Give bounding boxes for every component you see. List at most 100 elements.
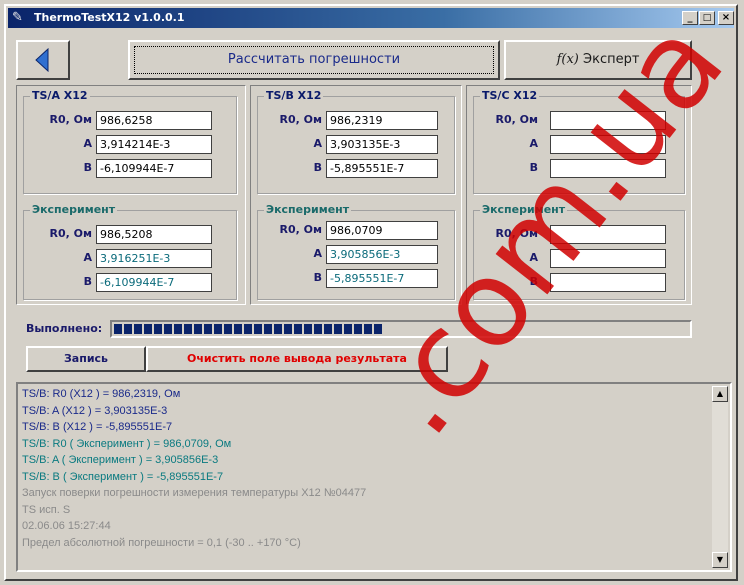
- progress-label: Выполнено:: [26, 322, 103, 335]
- b-label: B: [83, 161, 92, 174]
- a-field[interactable]: 3,903135E-3: [326, 135, 438, 154]
- r0-label: R0, Ом: [49, 227, 92, 240]
- progress-segment: [244, 324, 252, 334]
- progress-segment: [304, 324, 312, 334]
- exp-b-field[interactable]: [550, 273, 666, 292]
- group-title: Эксперимент: [480, 203, 568, 216]
- progress-segment: [184, 324, 192, 334]
- a-label: A: [529, 251, 538, 264]
- panel-ts-a: TS/A X12 R0, Ом 986,6258 A 3,914214E-3 B…: [16, 85, 246, 305]
- log-line: TS/B: R0 ( Эксперимент ) = 986,0709, Ом: [22, 437, 232, 450]
- b-field[interactable]: [550, 159, 666, 178]
- clear-output-button[interactable]: Очистить поле вывода результата: [146, 346, 448, 372]
- app-icon: ✎: [12, 10, 23, 25]
- expert-label: Эксперт: [583, 52, 640, 67]
- log-line: 02.06.06 15:27:44: [22, 520, 111, 532]
- exp-r0-field[interactable]: [550, 225, 666, 244]
- progress-segment: [344, 324, 352, 334]
- r0-field[interactable]: 986,6258: [96, 111, 212, 130]
- calculate-errors-button[interactable]: Рассчитать погрешности: [128, 40, 500, 80]
- b-label: B: [83, 275, 92, 288]
- b-field[interactable]: -6,109944E-7: [96, 159, 212, 178]
- group-ts-b-x12: TS/B X12 R0, Ом 986,2319 A 3,903135E-3 B…: [257, 89, 455, 194]
- r0-field[interactable]: [550, 111, 666, 130]
- r0-label: R0, Ом: [495, 113, 538, 126]
- r0-label: R0, Ом: [49, 113, 92, 126]
- save-button[interactable]: Запись: [26, 346, 146, 372]
- a-label: A: [529, 137, 538, 150]
- progress-segment: [284, 324, 292, 334]
- progress-segment: [334, 324, 342, 334]
- exp-r0-field[interactable]: 986,5208: [96, 225, 212, 244]
- group-title: Эксперимент: [264, 203, 352, 216]
- progress-bar: [110, 320, 692, 338]
- progress-segment: [274, 324, 282, 334]
- progress-fill: [114, 324, 382, 334]
- progress-segment: [364, 324, 372, 334]
- progress-segment: [264, 324, 272, 334]
- exp-r0-field[interactable]: 986,0709: [326, 221, 438, 240]
- exp-b-field[interactable]: -6,109944E-7: [96, 273, 212, 292]
- b-field[interactable]: -5,895551E-7: [326, 159, 438, 178]
- close-button[interactable]: ×: [718, 11, 734, 25]
- a-label: A: [313, 137, 322, 150]
- calculate-errors-label: Рассчитать погрешности: [134, 46, 494, 74]
- function-icon: f(x): [556, 52, 579, 67]
- progress-segment: [224, 324, 232, 334]
- progress-segment: [144, 324, 152, 334]
- progress-segment: [204, 324, 212, 334]
- exp-a-field[interactable]: [550, 249, 666, 268]
- group-ts-c-x12: TS/C X12 R0, Ом A B: [473, 89, 685, 194]
- progress-segment: [374, 324, 382, 334]
- progress-segment: [214, 324, 222, 334]
- log-line: Запуск поверки погрешности измерения тем…: [22, 487, 367, 499]
- progress-segment: [124, 324, 132, 334]
- a-field[interactable]: 3,914214E-3: [96, 135, 212, 154]
- log-line: TS/B: A (X12 ) = 3,903135E-3: [22, 404, 168, 417]
- exp-a-field[interactable]: 3,916251E-3: [96, 249, 212, 268]
- log-line: TS/B: B (X12 ) = -5,895551E-7: [22, 421, 173, 433]
- group-title: Эксперимент: [30, 203, 118, 216]
- group-experiment-a: Эксперимент R0, Ом 986,5208 A 3,916251E-…: [23, 203, 237, 300]
- title-bar[interactable]: ✎ ThermoTestX12 v1.0.0.1 _ □ ×: [8, 8, 734, 28]
- minimize-button[interactable]: _: [682, 11, 698, 25]
- group-experiment-b: Эксперимент R0, Ом 986,0709 A 3,905856E-…: [257, 203, 455, 300]
- r0-label: R0, Ом: [495, 227, 538, 240]
- progress-segment: [314, 324, 322, 334]
- log-line: TS/B: R0 (X12 ) = 986,2319, Ом: [22, 388, 181, 400]
- r0-label: R0, Ом: [279, 113, 322, 126]
- b-label: B: [313, 271, 322, 284]
- progress-segment: [164, 324, 172, 334]
- progress-segment: [324, 324, 332, 334]
- maximize-button[interactable]: □: [699, 11, 715, 25]
- scroll-down-icon[interactable]: ▼: [712, 552, 728, 568]
- app-window: ✎ ThermoTestX12 v1.0.0.1 _ □ × Рассчитат…: [4, 4, 738, 581]
- exp-a-field[interactable]: 3,905856E-3: [326, 245, 438, 264]
- panel-ts-b: TS/B X12 R0, Ом 986,2319 A 3,903135E-3 B…: [250, 85, 462, 305]
- b-label: B: [313, 161, 322, 174]
- group-experiment-c: Эксперимент R0, Ом A B: [473, 203, 685, 300]
- log-line: TS исп. S: [22, 503, 71, 516]
- group-title: TS/A X12: [30, 89, 90, 102]
- output-log[interactable]: TS/B: R0 (X12 ) = 986,2319, Ом TS/B: A (X…: [16, 382, 732, 572]
- b-label: B: [529, 161, 538, 174]
- r0-field[interactable]: 986,2319: [326, 111, 438, 130]
- progress-segment: [354, 324, 362, 334]
- back-arrow-icon: [35, 48, 49, 72]
- log-line: TS/B: A ( Эксперимент ) = 3,905856E-3: [22, 454, 219, 466]
- b-label: B: [529, 275, 538, 288]
- vertical-scrollbar[interactable]: ▲ ▼: [712, 386, 728, 568]
- a-label: A: [83, 137, 92, 150]
- expert-button[interactable]: f(x) Эксперт: [504, 40, 692, 80]
- progress-segment: [174, 324, 182, 334]
- scroll-up-icon[interactable]: ▲: [712, 386, 728, 402]
- progress-segment: [254, 324, 262, 334]
- a-label: A: [83, 251, 92, 264]
- group-ts-a-x12: TS/A X12 R0, Ом 986,6258 A 3,914214E-3 B…: [23, 89, 237, 194]
- progress-segment: [234, 324, 242, 334]
- log-line: Предел абсолютной погрешности = 0,1 (-30…: [22, 536, 301, 549]
- group-title: TS/C X12: [480, 89, 540, 102]
- exp-b-field[interactable]: -5,895551E-7: [326, 269, 438, 288]
- a-field[interactable]: [550, 135, 666, 154]
- back-button[interactable]: [16, 40, 70, 80]
